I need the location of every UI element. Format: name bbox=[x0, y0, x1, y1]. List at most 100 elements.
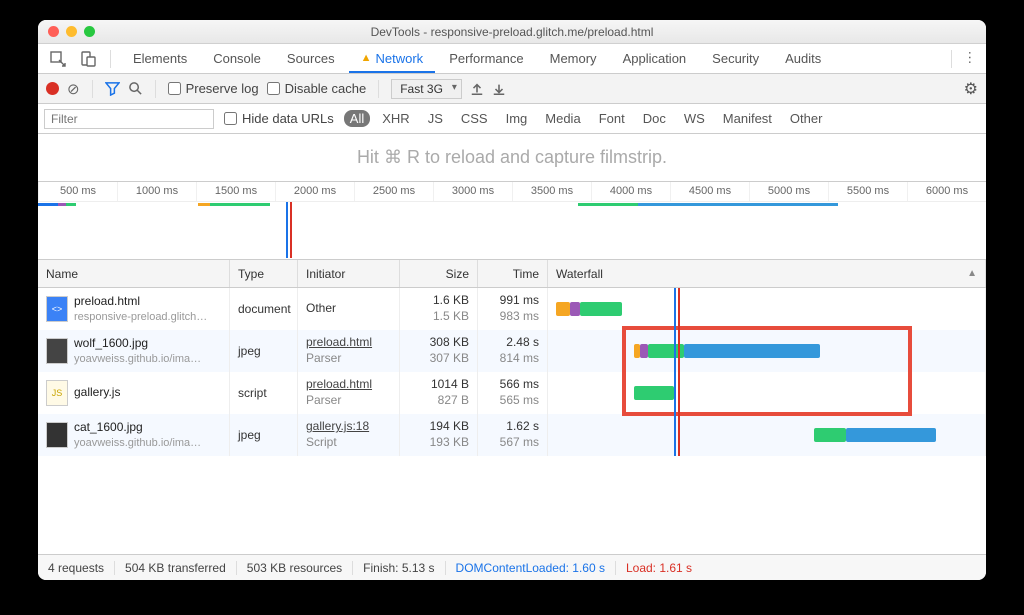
row-domain: responsive-preload.glitch… bbox=[74, 310, 207, 324]
row-size-sub: 307 KB bbox=[408, 351, 469, 367]
col-name[interactable]: Name bbox=[38, 260, 230, 287]
filter-type-css[interactable]: CSS bbox=[455, 110, 494, 127]
filter-icon[interactable] bbox=[105, 81, 120, 96]
waterfall-segment bbox=[580, 302, 622, 316]
tab-performance[interactable]: Performance bbox=[437, 45, 535, 73]
devtools-window: DevTools - responsive-preload.glitch.me/… bbox=[38, 20, 986, 580]
file-icon bbox=[46, 422, 68, 448]
search-icon[interactable] bbox=[128, 81, 143, 96]
filter-type-font[interactable]: Font bbox=[593, 110, 631, 127]
timeline-tick: 1500 ms bbox=[196, 182, 275, 201]
filter-type-js[interactable]: JS bbox=[422, 110, 449, 127]
file-icon bbox=[46, 338, 68, 364]
timeline-tick: 4000 ms bbox=[591, 182, 670, 201]
filter-type-img[interactable]: Img bbox=[500, 110, 534, 127]
preserve-log-checkbox[interactable]: Preserve log bbox=[168, 81, 259, 96]
row-name: wolf_1600.jpg bbox=[74, 336, 201, 352]
disable-cache-checkbox[interactable]: Disable cache bbox=[267, 81, 367, 96]
tab-console[interactable]: Console bbox=[201, 45, 273, 73]
timeline-tick: 2000 ms bbox=[275, 182, 354, 201]
minimize-icon[interactable] bbox=[66, 26, 77, 37]
upload-icon[interactable] bbox=[470, 82, 484, 96]
row-name: gallery.js bbox=[74, 385, 120, 401]
timeline-overview[interactable]: 500 ms1000 ms1500 ms2000 ms2500 ms3000 m… bbox=[38, 182, 986, 260]
row-name: cat_1600.jpg bbox=[74, 420, 201, 436]
row-type: jpeg bbox=[230, 330, 298, 372]
file-icon: <> bbox=[46, 296, 68, 322]
filter-input[interactable] bbox=[44, 109, 214, 129]
tab-elements[interactable]: Elements bbox=[121, 45, 199, 73]
separator bbox=[378, 80, 379, 98]
clear-icon[interactable]: ⊘ bbox=[67, 80, 80, 98]
settings-icon[interactable]: ⚙ bbox=[964, 79, 978, 99]
table-row[interactable]: JSgallery.jsscriptpreload.htmlParser1014… bbox=[38, 372, 986, 414]
row-size-sub: 1.5 KB bbox=[408, 309, 469, 325]
dcl-line bbox=[674, 330, 676, 372]
inspect-icon[interactable] bbox=[46, 47, 70, 71]
filter-type-xhr[interactable]: XHR bbox=[376, 110, 415, 127]
more-icon[interactable]: ⋯ bbox=[962, 51, 979, 67]
row-initiator[interactable]: preload.html bbox=[306, 335, 372, 351]
titlebar: DevTools - responsive-preload.glitch.me/… bbox=[38, 20, 986, 44]
network-toolbar: ⊘ Preserve log Disable cache Fast 3G ⚙ bbox=[38, 74, 986, 104]
table-row[interactable]: <> preload.htmlresponsive-preload.glitch…… bbox=[38, 288, 986, 330]
dcl-line bbox=[674, 414, 676, 456]
row-size-sub: 827 B bbox=[408, 393, 469, 409]
dcl-line bbox=[674, 288, 676, 330]
tab-network[interactable]: ▲Network bbox=[349, 45, 436, 73]
dcl-marker bbox=[286, 202, 288, 258]
filter-type-media[interactable]: Media bbox=[539, 110, 586, 127]
row-domain: yoavweiss.github.io/ima… bbox=[74, 436, 201, 450]
download-icon[interactable] bbox=[492, 82, 506, 96]
tab-memory[interactable]: Memory bbox=[538, 45, 609, 73]
col-type[interactable]: Type bbox=[230, 260, 298, 287]
filter-type-other[interactable]: Other bbox=[784, 110, 829, 127]
tab-sources[interactable]: Sources bbox=[275, 45, 347, 73]
row-time-sub: 567 ms bbox=[486, 435, 539, 451]
record-icon[interactable] bbox=[46, 82, 59, 95]
filter-type-ws[interactable]: WS bbox=[678, 110, 711, 127]
timeline-tick: 5500 ms bbox=[828, 182, 907, 201]
col-initiator[interactable]: Initiator bbox=[298, 260, 400, 287]
summary-finish: Finish: 5.13 s bbox=[353, 561, 445, 575]
waterfall-segment bbox=[684, 344, 820, 358]
row-time: 991 ms bbox=[486, 293, 539, 309]
zoom-icon[interactable] bbox=[84, 26, 95, 37]
summary-resources: 503 KB resources bbox=[237, 561, 353, 575]
network-rows: <>preload.htmlresponsive-preload.glitch…… bbox=[38, 288, 986, 456]
separator bbox=[92, 80, 93, 98]
load-line bbox=[678, 330, 680, 372]
timeline-tick: 3000 ms bbox=[433, 182, 512, 201]
table-headers: Name Type Initiator Size Time Waterfall▲ bbox=[38, 260, 986, 288]
waterfall-segment bbox=[846, 428, 936, 442]
summary-load: Load: 1.61 s bbox=[616, 561, 702, 575]
filter-type-all[interactable]: All bbox=[344, 110, 370, 127]
tab-security[interactable]: Security bbox=[700, 45, 771, 73]
hide-data-urls-checkbox[interactable]: Hide data URLs bbox=[224, 111, 334, 126]
summary-requests: 4 requests bbox=[38, 561, 115, 575]
row-initiator[interactable]: gallery.js:18 bbox=[306, 419, 369, 435]
device-icon[interactable] bbox=[76, 47, 100, 71]
row-initiator[interactable]: preload.html bbox=[306, 377, 372, 393]
row-name: preload.html bbox=[74, 294, 207, 310]
filter-type-manifest[interactable]: Manifest bbox=[717, 110, 778, 127]
col-time[interactable]: Time bbox=[478, 260, 548, 287]
table-row[interactable]: cat_1600.jpgyoavweiss.github.io/ima… jpeg… bbox=[38, 414, 986, 456]
col-waterfall[interactable]: Waterfall▲ bbox=[548, 260, 986, 287]
row-time-sub: 983 ms bbox=[486, 309, 539, 325]
timeline-tick: 2500 ms bbox=[354, 182, 433, 201]
col-size[interactable]: Size bbox=[400, 260, 478, 287]
row-time: 566 ms bbox=[486, 377, 539, 393]
throttle-select[interactable]: Fast 3G bbox=[391, 79, 462, 99]
row-size-sub: 193 KB bbox=[408, 435, 469, 451]
waterfall-segment bbox=[640, 344, 648, 358]
filter-type-doc[interactable]: Doc bbox=[637, 110, 672, 127]
row-size: 194 KB bbox=[408, 419, 469, 435]
close-icon[interactable] bbox=[48, 26, 59, 37]
table-row[interactable]: wolf_1600.jpgyoavweiss.github.io/ima…jpe… bbox=[38, 330, 986, 372]
row-type: jpeg bbox=[230, 414, 298, 456]
tab-audits[interactable]: Audits bbox=[773, 45, 833, 73]
load-line bbox=[678, 414, 680, 456]
separator bbox=[155, 80, 156, 98]
tab-application[interactable]: Application bbox=[611, 45, 699, 73]
